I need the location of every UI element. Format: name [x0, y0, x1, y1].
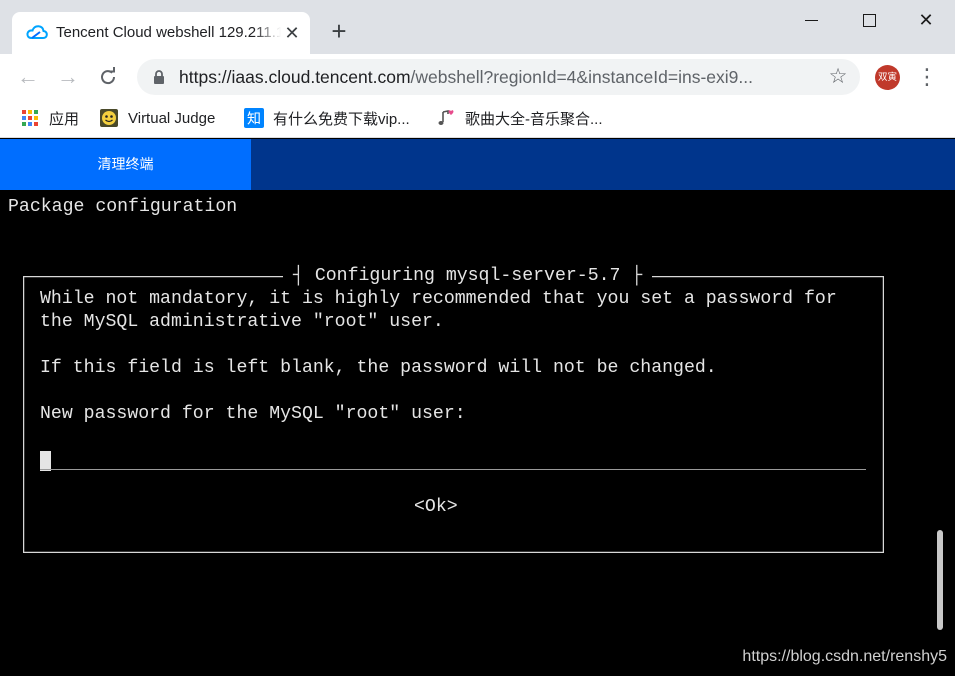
bookmark-label: 有什么免费下载vip...	[273, 110, 410, 128]
terminal-heading: Package configuration	[8, 197, 238, 217]
dialog-text-line: While not mandatory, it is highly recomm…	[40, 289, 837, 309]
bookmarks-bar: 应用 Virtual Judge 知 有什么免费下载vip... 歌曲大全-音乐…	[0, 100, 955, 138]
profile-avatar[interactable]: 双寅	[875, 65, 900, 90]
svg-text:知: 知	[247, 111, 261, 128]
more-menu-icon[interactable]: ⋮	[916, 63, 938, 91]
lock-icon[interactable]	[151, 69, 167, 85]
webshell-header: 清理终端	[0, 139, 955, 190]
input-underline	[40, 469, 866, 470]
new-tab-icon[interactable]: +	[326, 18, 352, 44]
bookmark-star-icon[interactable]: ☆	[826, 65, 850, 89]
music-note-icon	[438, 110, 454, 125]
url-host: https://iaas.cloud.tencent.com	[179, 67, 411, 87]
browser-tab[interactable]: Tencent Cloud webshell 129.211.186.4 ✕	[12, 12, 310, 54]
zhihu-icon: 知	[244, 108, 264, 128]
ok-button[interactable]: <Ok>	[414, 496, 458, 518]
password-prompt: New password for the MySQL "root" user:	[40, 404, 466, 424]
url-text[interactable]: https://iaas.cloud.tencent.com/webshell?…	[179, 67, 819, 89]
bookmark-label: 应用	[49, 110, 80, 128]
bookmark-virtual-judge[interactable]: Virtual Judge	[99, 107, 215, 129]
browser-toolbar: ← → https://iaas.cloud.tencent.com/websh…	[0, 54, 955, 100]
tab-close-icon[interactable]: ✕	[282, 22, 302, 44]
bookmark-label: 歌曲大全-音乐聚合...	[465, 110, 603, 128]
text-cursor	[40, 451, 51, 471]
terminal-scrollbar[interactable]	[933, 530, 945, 630]
bookmark-music[interactable]: 歌曲大全-音乐聚合...	[436, 107, 603, 129]
watermark: https://blog.csdn.net/renshy5	[742, 648, 947, 665]
tab-strip: Tencent Cloud webshell 129.211.186.4 ✕ +…	[0, 0, 955, 54]
terminal[interactable]: Package configuration ┤ Configuring mysq…	[0, 190, 955, 676]
scrollbar-thumb[interactable]	[937, 530, 943, 630]
bookmark-apps[interactable]: 应用	[20, 107, 79, 129]
bookmark-zhihu[interactable]: 知 有什么免费下载vip...	[244, 107, 410, 129]
window-close-icon[interactable]: ✕	[908, 8, 944, 32]
window-maximize-icon[interactable]	[851, 8, 887, 32]
clear-terminal-button[interactable]: 清理终端	[0, 139, 251, 190]
bookmark-label: Virtual Judge	[128, 109, 216, 127]
password-input[interactable]	[40, 449, 866, 471]
dialog-title-text: Configuring mysql-server-5.7	[314, 266, 621, 286]
dialog-text-line: the MySQL administrative "root" user.	[40, 312, 444, 332]
tab-title: Tencent Cloud webshell 129.211.186.4	[56, 24, 281, 41]
url-path: /webshell?regionId=4&instanceId=ins-exi9…	[410, 67, 753, 87]
window-minimize-icon[interactable]	[793, 8, 829, 32]
reload-icon[interactable]	[94, 63, 122, 91]
dialog-title: ┤ Configuring mysql-server-5.7 ├	[283, 265, 653, 287]
back-arrow-icon[interactable]: ←	[14, 63, 42, 91]
dialog-text-line: If this field is left blank, the passwor…	[40, 358, 717, 378]
forward-arrow-icon[interactable]: →	[54, 63, 82, 91]
apps-grid-icon	[22, 110, 38, 126]
tencent-cloud-icon	[26, 25, 48, 39]
address-bar[interactable]: https://iaas.cloud.tencent.com/webshell?…	[137, 59, 860, 95]
virtual-judge-icon	[100, 109, 118, 127]
